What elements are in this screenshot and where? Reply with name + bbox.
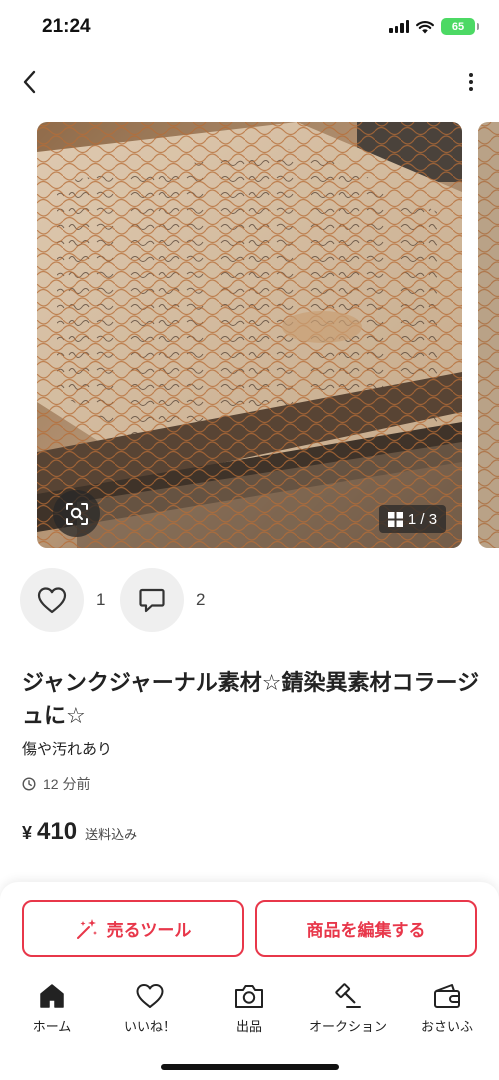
tab-home[interactable]: ホーム — [2, 980, 102, 1035]
tab-auction[interactable]: オークション — [298, 980, 398, 1035]
photo-counter-text: 1 / 3 — [407, 510, 438, 528]
nav-bar — [0, 56, 499, 108]
status-bar: 21:24 65 — [0, 0, 499, 56]
home-indicator — [161, 1064, 339, 1070]
like-button[interactable] — [20, 568, 84, 632]
heart-icon — [136, 984, 164, 1008]
photo-counter[interactable]: 1 / 3 — [379, 505, 446, 533]
tab-bar: ホーム いいね！ 出品 オークション おさいふ — [0, 980, 499, 1040]
tab-auction-label: オークション — [308, 1020, 387, 1035]
posted-time-text: 12 分前 — [43, 776, 91, 792]
battery-icon: 65 — [441, 18, 479, 35]
wifi-icon — [416, 20, 434, 33]
comment-count: 2 — [196, 590, 206, 609]
back-button[interactable] — [14, 66, 44, 98]
status-time: 21:24 — [42, 16, 91, 37]
grid-icon — [387, 511, 403, 527]
clock-icon — [22, 777, 36, 791]
chevron-left-icon — [23, 70, 36, 94]
price-value: 410 — [37, 818, 78, 845]
tab-sell-label: 出品 — [235, 1020, 262, 1035]
next-photo-preview[interactable] — [478, 122, 499, 548]
item-condition: 傷や汚れあり — [22, 740, 113, 758]
sell-tool-button[interactable]: 売るツール — [22, 900, 244, 957]
zoom-button[interactable] — [53, 490, 100, 537]
price: ¥ 410 送料込み — [22, 818, 137, 846]
edit-item-button[interactable]: 商品を編集する — [255, 900, 477, 957]
status-icons: 65 — [389, 18, 479, 35]
edit-item-label: 商品を編集する — [306, 921, 426, 941]
tab-wallet[interactable]: おさいふ — [397, 980, 497, 1035]
price-currency: ¥ — [22, 823, 33, 843]
like-count: 1 — [96, 590, 106, 609]
more-options-button[interactable] — [465, 68, 477, 96]
posted-time: 12 分前 — [22, 774, 90, 794]
sell-tool-label: 売るツール — [106, 921, 192, 941]
home-icon — [40, 984, 64, 1008]
tab-likes[interactable]: いいね！ — [100, 980, 200, 1035]
photo-carousel[interactable]: 1 / 3 — [0, 122, 499, 548]
tab-wallet-label: おさいふ — [420, 1020, 473, 1035]
tab-likes-label: いいね！ — [123, 1020, 176, 1035]
tab-sell[interactable]: 出品 — [199, 980, 299, 1035]
camera-icon — [235, 985, 263, 1008]
cellular-signal-icon — [389, 20, 409, 33]
gavel-icon — [335, 983, 361, 1008]
bottom-panel: 売るツール 商品を編集する ホーム いいね！ 出品 オークション おさいふ — [0, 882, 499, 1080]
battery-level: 65 — [451, 20, 465, 33]
tab-home-label: ホーム — [32, 1020, 72, 1035]
heart-icon — [37, 587, 67, 614]
shipping-note: 送料込み — [85, 828, 138, 843]
wallet-icon — [434, 984, 460, 1008]
item-photo[interactable] — [37, 122, 462, 548]
comment-button[interactable] — [120, 568, 184, 632]
zoom-scan-icon — [65, 502, 88, 525]
item-title: ジャンクジャーナル素材☆錆染異素材コラージュに☆ — [22, 671, 480, 729]
sparkle-wand-icon — [76, 918, 97, 939]
comment-icon — [139, 588, 165, 613]
engagement-actions: 1 2 — [20, 568, 220, 632]
